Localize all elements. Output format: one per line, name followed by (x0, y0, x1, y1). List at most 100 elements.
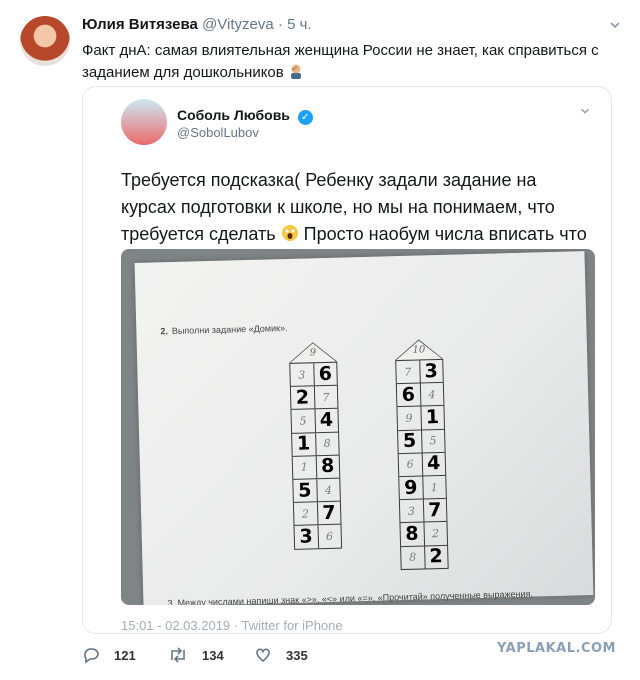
printed-number: 8 (323, 437, 331, 451)
house-row: 91 (397, 405, 445, 430)
house-cell: 4 (313, 408, 339, 432)
handwritten-number: 2 (429, 545, 444, 568)
house-cell: 6 (399, 453, 422, 476)
retweet-count: 134 (202, 647, 224, 663)
house-cell: 9 (399, 476, 422, 499)
task-heading: 2. Выполни задание «Домик». (160, 323, 287, 336)
quoted-author-name-row: Соболь Любовь ✓ (177, 107, 313, 125)
house-cell: 7 (396, 361, 419, 384)
house-cell: 7 (422, 498, 447, 522)
house-cell: 8 (314, 432, 339, 456)
house-cell: 3 (295, 525, 318, 549)
house-row: 91 (399, 474, 446, 500)
handwritten-number: 7 (427, 498, 442, 522)
house-cell: 5 (293, 479, 316, 502)
handwritten-number: 5 (297, 478, 312, 502)
printed-number: 5 (429, 434, 437, 448)
task-3-text: 3. Между числами напиши знак «>», «<» ил… (167, 588, 534, 605)
retweet-button[interactable]: 134 (168, 646, 254, 664)
house-cell: 2 (291, 386, 314, 409)
printed-number: 2 (431, 526, 440, 541)
house-cell: 8 (315, 455, 340, 479)
author-handle[interactable]: @Vityzeva (202, 16, 274, 33)
like-count: 335 (286, 647, 308, 663)
house-cell: 6 (397, 383, 420, 407)
author-avatar[interactable] (20, 16, 70, 66)
house-9: 9 3627541818542736 (289, 342, 343, 550)
quoted-author-handle[interactable]: @SobolLubov (177, 125, 259, 140)
author-name[interactable]: Юлия Витязева (82, 16, 198, 33)
house-grid: 736491556491378282 (395, 358, 449, 570)
house-cell: 1 (419, 406, 445, 430)
house-cell: 2 (423, 545, 448, 569)
printed-number: 1 (430, 480, 438, 494)
quoted-tweet-meta[interactable]: 15:01 - 02.03.2019 · Twitter for iPhone (121, 618, 343, 633)
tweet-text: Факт днА: самая влиятельная женщина Росс… (82, 40, 612, 84)
handwritten-number: 1 (425, 406, 440, 429)
chevron-down-icon[interactable] (608, 18, 622, 32)
house-cell: 3 (290, 363, 313, 386)
house-cell: 5 (291, 410, 314, 433)
quoted-tweet[interactable]: Соболь Любовь ✓ @SobolLubov Требуется по… (82, 86, 612, 634)
house-cell: 8 (401, 546, 424, 569)
house-cell: 6 (312, 362, 337, 386)
house-row: 18 (292, 431, 339, 456)
handwritten-number: 4 (426, 452, 441, 475)
handwritten-number: 4 (319, 408, 334, 432)
screaming-face-emoji-icon (281, 223, 299, 241)
house-row: 18 (292, 454, 340, 479)
printed-number: 1 (300, 460, 308, 475)
task-number: 2. (160, 326, 169, 337)
tweet-text-body: Факт днА: самая влиятельная женщина Росс… (82, 42, 599, 81)
worksheet-paper: 2. Выполни задание «Домик». 9 36275418185… (134, 251, 594, 605)
house-row: 27 (293, 500, 341, 526)
retweet-icon (171, 647, 185, 663)
quoted-chevron-down-icon[interactable] (579, 105, 591, 120)
house-row: 27 (290, 384, 338, 410)
worksheet-photo[interactable]: 2. Выполни задание «Домик». 9 36275418185… (121, 249, 595, 605)
handwritten-number: 7 (322, 501, 336, 524)
handwritten-number: 8 (405, 522, 419, 545)
house-row: 54 (293, 477, 340, 502)
watermark: YAPLAKAL.COM (497, 641, 616, 656)
handwritten-number: 2 (295, 386, 310, 409)
like-button[interactable]: 335 (254, 646, 340, 664)
quoted-author-avatar[interactable] (121, 99, 167, 145)
printed-number: 3 (298, 368, 306, 382)
house-row: 54 (291, 408, 339, 433)
house-row: 73 (396, 360, 443, 383)
printed-number: 7 (322, 390, 330, 404)
house-cell: 1 (421, 475, 446, 499)
reply-icon (84, 648, 99, 664)
house-cell: 7 (313, 385, 338, 409)
house-10: 10 736491556491378282 (395, 339, 449, 570)
house-cell: 2 (294, 502, 317, 525)
printed-number: 8 (408, 550, 417, 564)
house-cell: 1 (292, 433, 315, 456)
house-cell: 2 (422, 522, 448, 545)
facepalm-emoji-icon (288, 63, 304, 79)
house-row: 82 (400, 521, 448, 546)
house-cell: 5 (398, 430, 421, 453)
house-cell: 3 (400, 500, 423, 523)
house-grid: 3627541818542736 (289, 361, 343, 550)
house-cell: 3 (418, 360, 443, 383)
printed-number: 2 (301, 507, 310, 521)
house-cell: 9 (397, 407, 420, 430)
house-row: 82 (401, 544, 448, 569)
house-row: 37 (399, 498, 447, 523)
handwritten-number: 6 (401, 383, 416, 406)
printed-number: 7 (404, 365, 412, 379)
printed-number: 6 (406, 458, 414, 472)
house-row: 36 (290, 362, 337, 386)
printed-number: 9 (405, 411, 413, 425)
house-cell: 4 (419, 383, 444, 406)
tweet-time[interactable]: 5 ч. (287, 16, 312, 33)
handwritten-number: 6 (318, 362, 333, 385)
tweet-header: Юлия Витязева @Vityzeva · 5 ч. (82, 16, 312, 33)
house-cell: 4 (421, 452, 446, 476)
reply-button[interactable]: 121 (82, 646, 168, 664)
quoted-author-name[interactable]: Соболь Любовь (177, 107, 290, 123)
printed-number: 4 (428, 387, 436, 402)
house-cell: 5 (420, 429, 445, 453)
